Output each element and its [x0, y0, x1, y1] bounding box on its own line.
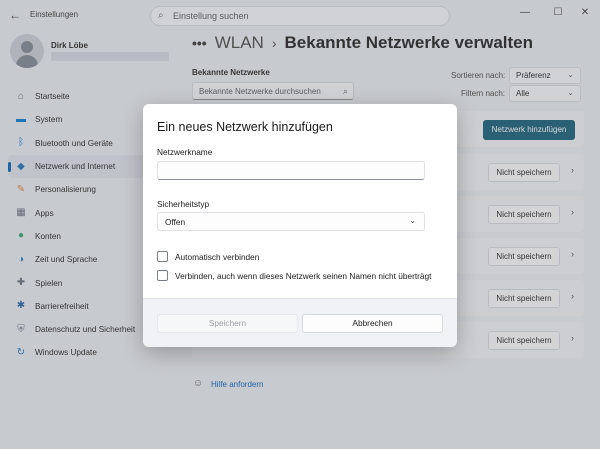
security-type-label: Sicherheitstyp [157, 199, 210, 209]
security-type-value: Offen [165, 217, 186, 227]
auto-connect-label: Automatisch verbinden [175, 251, 260, 262]
network-name-input[interactable] [157, 161, 425, 180]
hidden-connect-option[interactable]: Verbinden, auch wenn dieses Netzwerk sei… [157, 270, 431, 281]
save-button[interactable]: Speichern [157, 314, 298, 333]
hidden-connect-label: Verbinden, auch wenn dieses Netzwerk sei… [175, 270, 432, 281]
hidden-connect-checkbox[interactable] [157, 270, 168, 281]
network-name-label: Netzwerkname [157, 147, 213, 157]
auto-connect-option[interactable]: Automatisch verbinden [157, 251, 259, 262]
dialog-title: Ein neues Netzwerk hinzufügen [157, 120, 333, 134]
cancel-button[interactable]: Abbrechen [302, 314, 443, 333]
dialog-footer: Speichern Abbrechen [143, 298, 457, 347]
auto-connect-checkbox[interactable] [157, 251, 168, 262]
chevron-down-icon: ⌄ [409, 216, 416, 225]
security-type-dropdown[interactable]: Offen ⌄ [157, 212, 425, 231]
add-network-dialog: Ein neues Netzwerk hinzufügen Netzwerkna… [143, 104, 457, 347]
